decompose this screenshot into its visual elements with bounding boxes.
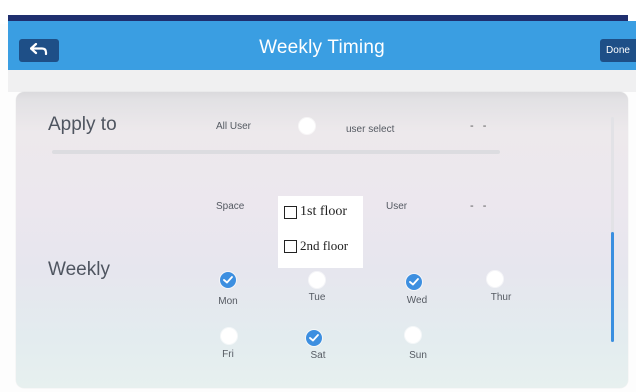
space-label: Space [216,201,245,212]
floor-2-checkbox[interactable] [284,239,297,253]
checkmark-icon [309,334,319,342]
floor-option-1[interactable]: 1st floor [284,204,347,220]
weekly-timing-screen: Weekly Timing Done Apply to All User use… [0,0,636,392]
day-sun-label: Sun [409,350,427,361]
scrollbar-thumb[interactable] [611,232,614,342]
floor-option-2[interactable]: 2nd floor [284,238,348,254]
header-bar: Weekly Timing Done [8,21,636,70]
done-button[interactable]: Done [600,39,636,62]
apply-to-label: Apply to [48,114,117,135]
day-mon-label: Mon [218,296,238,307]
header-shadow-band [8,70,636,92]
day-mon-radio[interactable] [220,272,236,288]
checkmark-icon [223,276,233,284]
day-sat-radio[interactable] [306,330,322,346]
day-fri-label: Fri [222,349,234,360]
user-select-value[interactable]: - - [470,120,489,132]
page-title: Weekly Timing [259,37,385,58]
user-value[interactable]: - - [470,200,489,212]
user-label: User [386,201,408,212]
all-user-radio[interactable] [299,118,315,134]
day-sun-radio[interactable] [405,327,421,343]
day-wed-radio[interactable] [406,274,422,290]
day-thur-label: Thur [490,292,512,303]
checkmark-icon [409,278,419,286]
all-user-label: All User [216,121,252,132]
user-select-label[interactable]: user select [346,124,394,135]
day-fri-radio[interactable] [221,328,237,344]
space-options-box: 1st floor 2nd floor [278,196,363,268]
section-divider [52,150,500,154]
day-sat-label: Sat [310,350,326,361]
day-tue-radio[interactable] [309,272,325,288]
floor-2-label: 2nd floor [300,238,349,253]
weekly-label: Weekly [48,259,110,280]
floor-1-checkbox[interactable] [284,205,297,219]
day-thur-radio[interactable] [487,271,503,287]
floor-1-label: 1st floor [300,204,348,219]
day-tue-label: Tue [308,292,326,303]
day-wed-label: Wed [406,295,428,306]
